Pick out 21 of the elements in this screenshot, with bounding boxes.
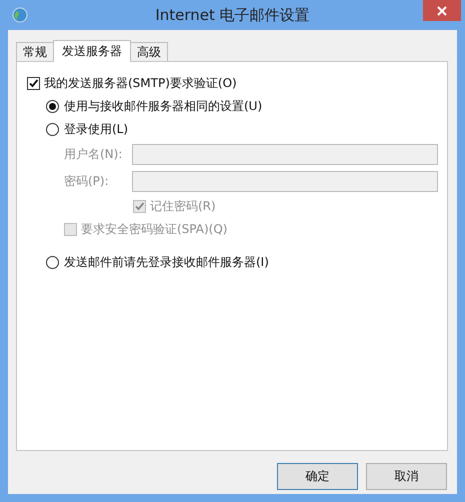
tab[interactable]: 高级 xyxy=(130,42,168,61)
ok-button[interactable]: 确定 xyxy=(277,463,358,490)
radio-button[interactable] xyxy=(46,100,59,113)
tab[interactable]: 发送服务器 xyxy=(53,40,131,62)
tab[interactable]: 常规 xyxy=(16,42,54,61)
field-label: 用户名(N): xyxy=(64,146,124,163)
checkbox-label: 要求安全密码验证(SPA)(Q) xyxy=(81,221,228,238)
radio-label: 发送邮件前请先登录接收邮件服务器(I) xyxy=(64,254,269,271)
checkbox-label: 记住密码(R) xyxy=(150,198,216,215)
cancel-button[interactable]: 取消 xyxy=(366,463,447,490)
radio-label: 使用与接收邮件服务器相同的设置(U) xyxy=(64,98,262,115)
checkbox-label: 我的发送服务器(SMTP)要求验证(O) xyxy=(44,75,237,92)
close-button[interactable] xyxy=(423,0,461,21)
radio-label: 登录使用(L) xyxy=(64,121,128,138)
globe-icon xyxy=(12,7,28,23)
close-icon xyxy=(437,6,447,16)
radio-button[interactable] xyxy=(46,123,59,136)
window-title: Internet 电子邮件设置 xyxy=(155,6,310,24)
field-label: 密码(P): xyxy=(64,173,110,190)
radio-button[interactable] xyxy=(46,256,59,269)
checkbox[interactable] xyxy=(27,77,40,90)
